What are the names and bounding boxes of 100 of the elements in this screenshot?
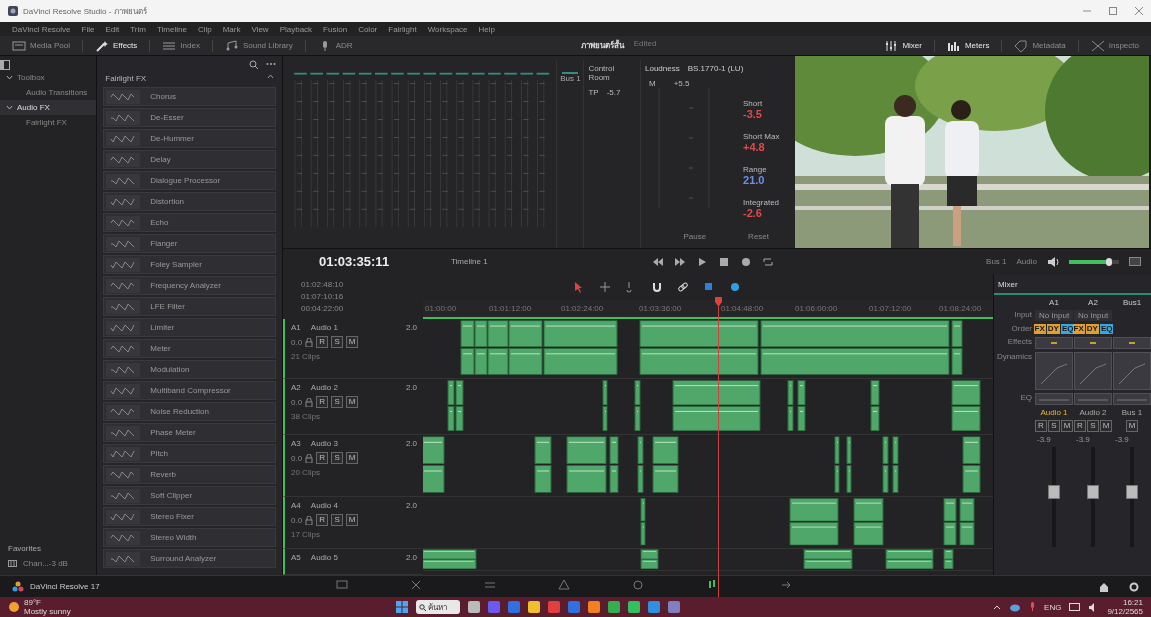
speaker-icon[interactable]: [1047, 256, 1059, 267]
home-icon[interactable]: [1099, 581, 1109, 592]
stop-icon[interactable]: [719, 256, 729, 267]
tree-item[interactable]: Fairlight FX: [0, 115, 97, 130]
output-target[interactable]: Audio: [1016, 257, 1037, 266]
cut-page-icon[interactable]: [410, 579, 422, 591]
audio-clip[interactable]: [803, 549, 853, 569]
audio-clip[interactable]: [609, 436, 619, 493]
color-page-icon[interactable]: [632, 579, 644, 591]
effect-item[interactable]: Reverb: [103, 465, 276, 484]
channel-toggle-button[interactable]: S: [1048, 420, 1060, 432]
menu-item[interactable]: Mark: [222, 24, 241, 34]
track-toggle-button[interactable]: R: [316, 396, 329, 408]
audio-clip[interactable]: [959, 498, 975, 546]
toolbar-button[interactable]: Effects: [91, 39, 142, 52]
toolbar-button[interactable]: Metadata: [1010, 39, 1070, 52]
marker-icon[interactable]: [729, 281, 741, 293]
effect-item[interactable]: De-Hummer: [103, 129, 276, 148]
audio-clip[interactable]: [797, 380, 806, 432]
fader-handle[interactable]: [1048, 485, 1060, 499]
fast-forward-icon[interactable]: [675, 256, 685, 267]
menu-item[interactable]: Trim: [130, 24, 146, 34]
lock-icon[interactable]: [305, 515, 314, 525]
effect-item[interactable]: Pitch: [103, 444, 276, 463]
toolbar-button[interactable]: Meters: [942, 39, 994, 52]
link-icon[interactable]: [677, 281, 689, 293]
track-toggle-button[interactable]: R: [316, 514, 329, 526]
toolbar-button[interactable]: Inspecto: [1086, 39, 1143, 52]
favorite-item[interactable]: Chan...-3 dB: [0, 556, 97, 571]
media-page-icon[interactable]: [336, 579, 348, 591]
chevron-up-icon[interactable]: [993, 604, 1002, 610]
play-icon[interactable]: [697, 256, 707, 267]
timeline-selector[interactable]: Timeline 1: [451, 257, 641, 266]
audio-clip[interactable]: [637, 436, 644, 493]
menu-item[interactable]: Fairlight: [388, 24, 417, 34]
input-selector[interactable]: No Input: [1035, 310, 1073, 321]
effect-item[interactable]: Surround Analyzer: [103, 549, 276, 568]
effect-item[interactable]: Multiband Compressor: [103, 381, 276, 400]
effect-item[interactable]: De-Esser: [103, 108, 276, 127]
effect-item[interactable]: Noise Reduction: [103, 402, 276, 421]
collapse-icon[interactable]: [267, 74, 274, 79]
channel-toggle-button[interactable]: S: [1087, 420, 1099, 432]
search-icon[interactable]: [249, 59, 258, 69]
channel-toggle-button[interactable]: M: [1100, 420, 1112, 432]
output-route[interactable]: Bus 1: [986, 257, 1007, 266]
audio-clip[interactable]: [640, 549, 659, 569]
toolbar-button[interactable]: Mixer: [880, 39, 926, 52]
audio-clip[interactable]: [652, 436, 679, 493]
effect-item[interactable]: Phase Meter: [103, 423, 276, 442]
track-toggle-button[interactable]: M: [346, 452, 359, 464]
magnet-icon[interactable]: [651, 281, 663, 293]
record-icon[interactable]: [741, 256, 751, 267]
channel-name[interactable]: Audio 1: [1035, 408, 1073, 417]
menu-item[interactable]: Color: [358, 24, 378, 34]
volume-slider[interactable]: [1069, 259, 1119, 264]
track-toggle-button[interactable]: M: [346, 396, 359, 408]
meter-button[interactable]: Pause: [677, 231, 713, 242]
tree-item[interactable]: Toolbox: [0, 70, 97, 85]
audio-clip[interactable]: [634, 380, 641, 432]
channel-name[interactable]: Bus 1: [1113, 408, 1151, 417]
playhead[interactable]: [715, 297, 722, 597]
app-icon[interactable]: [468, 601, 480, 613]
audio-clip[interactable]: [853, 498, 884, 546]
track-toggle-button[interactable]: S: [331, 336, 344, 348]
deliver-page-icon[interactable]: [780, 579, 792, 591]
audio-clip[interactable]: [882, 436, 889, 493]
audio-clip[interactable]: [870, 380, 880, 432]
audio-clip[interactable]: [951, 380, 981, 432]
settings-icon[interactable]: [1129, 581, 1139, 592]
audio-clip[interactable]: [487, 320, 509, 375]
audio-clip[interactable]: [455, 380, 464, 432]
search-field[interactable]: ค้นหา: [416, 600, 460, 614]
track-toggle-button[interactable]: S: [331, 514, 344, 526]
app-icon[interactable]: [588, 601, 600, 613]
menu-item[interactable]: File: [81, 24, 95, 34]
microphone-icon[interactable]: [1029, 602, 1037, 612]
audio-clip[interactable]: [885, 549, 934, 569]
effect-item[interactable]: Stereo Width: [103, 528, 276, 547]
menu-item[interactable]: Playback: [279, 24, 313, 34]
meter-button[interactable]: Reset: [742, 231, 775, 242]
lock-icon[interactable]: [305, 337, 314, 347]
menu-item[interactable]: Fusion: [323, 24, 348, 34]
range-select-icon[interactable]: [599, 281, 611, 293]
audio-clip[interactable]: [566, 436, 607, 493]
audio-clip[interactable]: [943, 498, 957, 546]
input-selector[interactable]: No Input: [1074, 310, 1112, 321]
audio-clip[interactable]: [672, 380, 761, 432]
lock-icon[interactable]: [305, 397, 314, 407]
audio-clip[interactable]: [834, 436, 840, 493]
fader-handle[interactable]: [1126, 485, 1138, 499]
menu-item[interactable]: Edit: [105, 24, 120, 34]
menu-item[interactable]: Clip: [197, 24, 212, 34]
audio-clip[interactable]: [423, 436, 445, 493]
input-language[interactable]: ENG: [1044, 602, 1062, 612]
effect-item[interactable]: Delay: [103, 150, 276, 169]
audio-clip[interactable]: [447, 380, 455, 432]
fader-handle[interactable]: [1087, 485, 1099, 499]
close-icon[interactable]: [1135, 7, 1143, 15]
track-toggle-button[interactable]: R: [316, 452, 329, 464]
effect-item[interactable]: Foley Sampler: [103, 255, 276, 274]
